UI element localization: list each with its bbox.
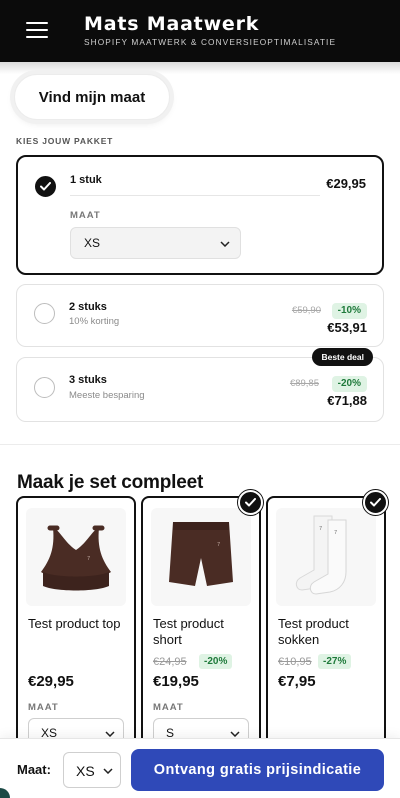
sticky-cta-bar: Maat: XS Ontvang gratis prijsindicatie [0, 738, 400, 798]
package-subtitle: 10% korting [69, 316, 120, 327]
size-label: MAAT [153, 702, 184, 713]
discount-badge: -20% [199, 654, 233, 669]
package-price: €29,95 [326, 176, 366, 191]
divider [70, 195, 320, 196]
brand-tagline: SHOPIFY MAATWERK & CONVERSIEOPTIMALISATI… [84, 37, 337, 47]
product-name: Test product sokken [278, 616, 349, 647]
package-option-3[interactable]: Beste deal 3 stuks Meeste besparing €89,… [16, 348, 384, 422]
package-title: 1 stuk [70, 174, 102, 186]
product-name: Test product top [28, 616, 121, 631]
svg-text:7: 7 [319, 526, 322, 532]
package-price: €53,91 [327, 320, 367, 335]
package-size-select[interactable]: XS [70, 227, 241, 259]
select-value: XS [76, 763, 95, 779]
chevron-down-icon [230, 731, 240, 737]
svg-text:7: 7 [217, 542, 220, 548]
chevron-down-icon [105, 731, 115, 737]
hamburger-menu-icon[interactable] [26, 21, 48, 39]
size-label: MAAT [28, 702, 59, 713]
package-subtitle: Meeste besparing [69, 390, 145, 401]
product-price: €19,95 [153, 673, 199, 690]
package-price: €71,88 [327, 393, 367, 408]
package-section-label: KIES JOUW PAKKET [16, 136, 114, 146]
package-old-price: €59,90 [291, 305, 321, 316]
product-selected-check-icon[interactable] [238, 490, 263, 515]
radio-checked-icon[interactable] [35, 176, 56, 197]
discount-badge: -10% [331, 303, 367, 319]
chevron-down-icon [103, 768, 113, 774]
chevron-down-icon [220, 241, 230, 247]
socks-image: 7 7 [276, 508, 376, 606]
discount-badge: -20% [331, 376, 367, 392]
bundle-product-socks[interactable]: 7 7 Test product sokken €10,95 -27% €7,9… [266, 496, 386, 756]
site-header: Mats Maatwerk SHOPIFY MAATWERK & CONVERS… [0, 0, 400, 62]
product-price: €29,95 [28, 673, 74, 690]
product-old-price: €10,95 [278, 656, 312, 668]
discount-badge: -27% [318, 654, 352, 669]
package-option-1[interactable]: 1 stuk €29,95 MAAT XS [16, 155, 384, 275]
select-value: XS [84, 236, 101, 250]
product-old-price: €24,95 [153, 656, 187, 668]
radio-unchecked-icon[interactable] [34, 377, 55, 398]
svg-text:7: 7 [334, 530, 337, 536]
brand-logo[interactable]: Mats Maatwerk [84, 13, 259, 35]
bundle-title: Maak je set compleet [17, 472, 204, 493]
best-deal-badge: Beste deal [312, 348, 373, 366]
bundle-product-short[interactable]: 7 Test product short €24,95 -20% €19,95 … [141, 496, 261, 756]
sports-bra-image: 7 [26, 508, 126, 606]
sticky-size-label: Maat: [17, 762, 51, 777]
package-title: 2 stuks [69, 301, 107, 313]
product-price: €7,95 [278, 673, 316, 690]
package-old-price: €89,85 [289, 378, 319, 389]
find-my-size-button[interactable]: Vind mijn maat [14, 74, 170, 120]
radio-unchecked-icon[interactable] [34, 303, 55, 324]
bundle-product-top[interactable]: 7 Test product top €29,95 MAAT XS [16, 496, 136, 756]
size-label: MAAT [70, 210, 101, 221]
package-title: 3 stuks [69, 374, 107, 386]
product-selected-check-icon[interactable] [363, 490, 388, 515]
sticky-size-select[interactable]: XS [63, 752, 121, 788]
svg-text:7: 7 [87, 556, 90, 562]
shorts-image: 7 [151, 508, 251, 606]
section-divider [0, 444, 400, 445]
get-price-estimate-button[interactable]: Ontvang gratis prijsindicatie [131, 749, 384, 791]
package-option-2[interactable]: 2 stuks 10% korting €59,90 -10% €53,91 [16, 284, 384, 347]
product-name: Test product short [153, 616, 224, 647]
header-shadow [0, 62, 400, 74]
